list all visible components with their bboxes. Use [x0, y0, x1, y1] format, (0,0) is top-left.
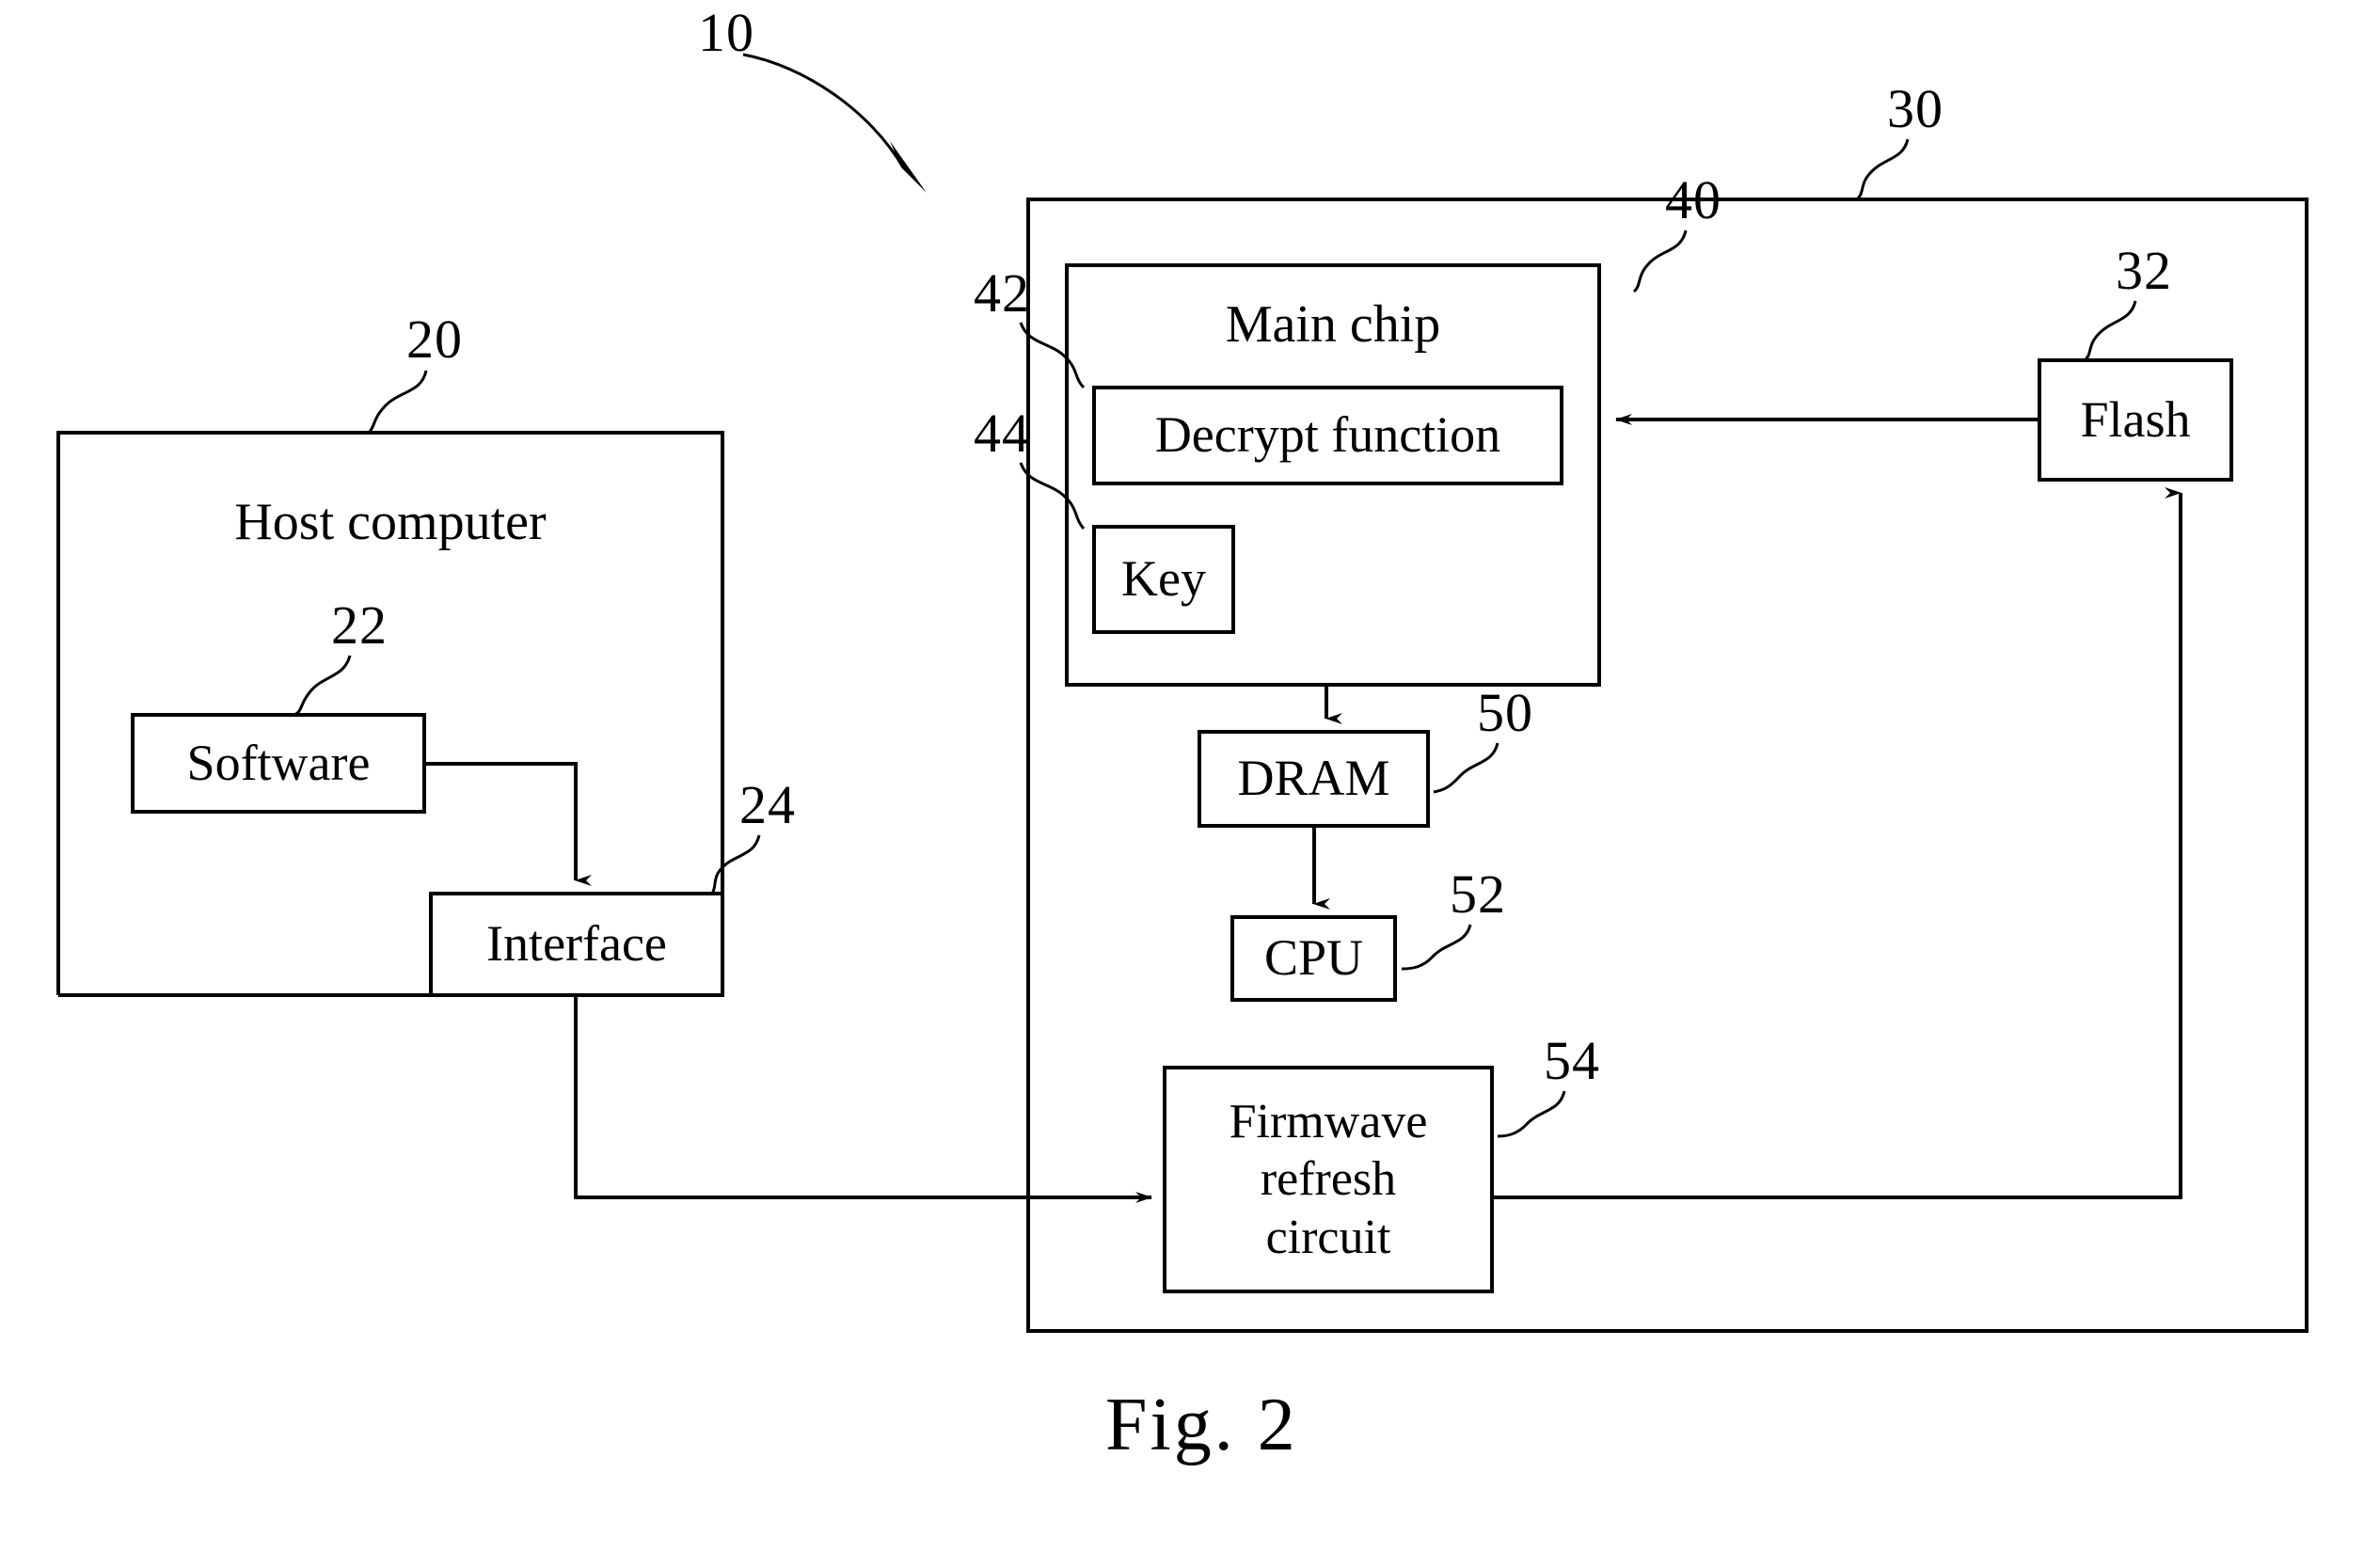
- leader-54: [1497, 1090, 1566, 1138]
- key-label: Key: [1121, 550, 1206, 608]
- leader-32: [2083, 300, 2137, 362]
- leader-50: [1433, 742, 1499, 794]
- ref-numeral-10: 10: [698, 2, 754, 63]
- leader-24: [710, 834, 761, 895]
- dram-label: DRAM: [1237, 750, 1390, 807]
- software-to-interface-line: [424, 762, 592, 886]
- ref-numeral-54: 54: [1544, 1030, 1600, 1091]
- software-label: Software: [186, 734, 371, 791]
- leader-10-arrowhead: [890, 141, 927, 193]
- leader-52: [1401, 924, 1472, 971]
- ref-numeral-42: 42: [974, 262, 1030, 324]
- decrypt-function-label: Decrypt function: [1154, 406, 1501, 464]
- flash-label: Flash: [2080, 390, 2191, 448]
- ref-numeral-50: 50: [1477, 682, 1533, 743]
- interface-to-firmware-refresh-line: [574, 995, 1152, 1203]
- ref-numeral-20: 20: [406, 309, 463, 370]
- leader-30: [1855, 138, 1910, 201]
- ref-numeral-52: 52: [1450, 863, 1506, 925]
- firmware-refresh-label: Firmwave refresh circuit: [1229, 1094, 1428, 1264]
- interface-label: Interface: [486, 915, 667, 973]
- leader-20: [367, 370, 428, 435]
- leader-44: [1019, 462, 1086, 531]
- ref-numeral-24: 24: [739, 774, 796, 835]
- ref-numeral-40: 40: [1665, 169, 1722, 230]
- leader-40: [1632, 230, 1688, 293]
- figure-caption: Fig. 2: [1105, 1384, 1298, 1466]
- leader-10: [742, 53, 905, 168]
- ref-numeral-32: 32: [2116, 240, 2172, 301]
- firmware-refresh-to-flash-line: [1492, 487, 2182, 1199]
- ref-numeral-22: 22: [331, 594, 388, 656]
- host-computer-label: Host computer: [234, 492, 547, 551]
- ref-numeral-30: 30: [1887, 78, 1944, 139]
- patent-figure: 10 20 22 24 30 32 40 42 44 50 52 54 Host…: [0, 0, 2380, 1552]
- main-chip-label: Main chip: [1225, 294, 1441, 354]
- cpu-label: CPU: [1263, 929, 1364, 987]
- ref-numeral-44: 44: [974, 403, 1030, 464]
- leader-22: [293, 655, 352, 717]
